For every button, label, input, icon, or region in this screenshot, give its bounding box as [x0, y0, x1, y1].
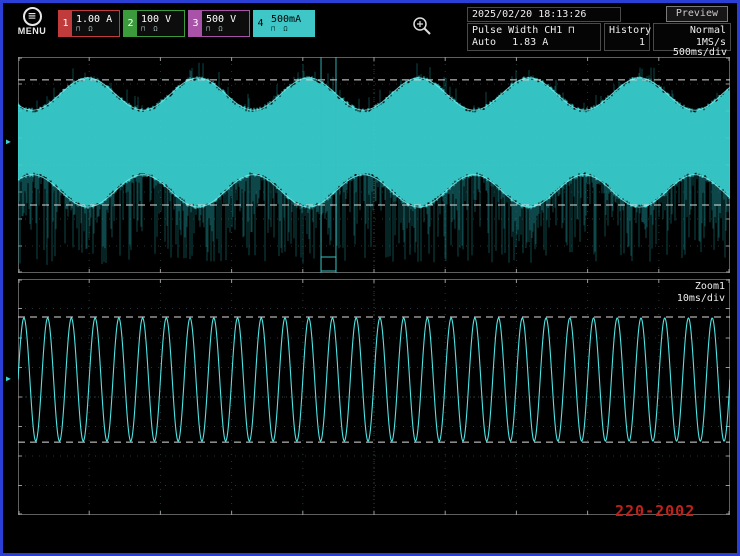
zoom-region-bracket[interactable] [321, 257, 336, 271]
channel-coupling-icons: ⊓ Ω [271, 25, 301, 34]
max-measurement: Max(C4)2040mA [343, 543, 453, 556]
zoom-window-label: Zoom1 [695, 281, 725, 292]
channel-coupling-icons: ⊓ Ω [206, 25, 236, 34]
pulse-icon: ⊓ [568, 25, 574, 36]
history-box[interactable]: History 1 [604, 23, 650, 51]
cursor-measurements: V1927.5mA V2-1172.5mA [67, 531, 195, 556]
trigger-source: CH1 [544, 25, 562, 36]
channel-number: 2 [124, 11, 137, 36]
channel-4-button[interactable]: 4 500mA⊓ Ω [253, 10, 315, 37]
channel-3-button[interactable]: 3 500 V⊓ Ω [188, 10, 250, 37]
channel-2-button[interactable]: 2 100 V⊓ Ω [123, 10, 185, 37]
channel-value: 100 V [141, 14, 171, 25]
trigger-type: Pulse Width [472, 25, 538, 36]
menu-button[interactable]: ≡ MENU [11, 7, 53, 36]
channel-number: 1 [59, 11, 72, 36]
graticule [18, 279, 730, 515]
channel-coupling-icons: ⊓ Ω [76, 25, 112, 34]
min-measurement: Min(C4)-2220mA [543, 543, 659, 556]
channel-number: 4 [254, 11, 267, 36]
main-waveform-window [18, 57, 730, 273]
acquisition-mode: Normal [658, 25, 726, 37]
channel-list: 11.00 A⊓ Ω2100 V⊓ Ω3500 V⊓ Ω4500mA⊓ Ω [58, 10, 315, 37]
channel-value: 500 V [206, 14, 236, 25]
channel-value: 1.00 A [76, 14, 112, 25]
datetime-display: 2025/02/20 18:13:26 [467, 7, 621, 22]
history-value: 1 [609, 37, 645, 49]
history-label: History [609, 25, 645, 37]
zoom-waveform-window [18, 279, 730, 515]
zoom-search-icon[interactable] [411, 15, 433, 37]
menu-label: MENU [11, 26, 53, 36]
ch4-ground-marker-zoom[interactable]: ▶ [6, 375, 11, 383]
trigger-settings[interactable]: Pulse Width CH1 ⊓ Auto 1.83 A [467, 23, 601, 51]
preview-indicator[interactable]: Preview [666, 6, 728, 22]
trigger-level: 1.83 A [512, 37, 548, 48]
oscilloscope-screen: ≡ MENU 11.00 A⊓ Ω2100 V⊓ Ω3500 V⊓ Ω4500m… [0, 0, 740, 556]
trigger-mode: Auto [472, 37, 496, 48]
part-number-label: 220-2002 [615, 502, 695, 520]
zoom-sine-waveform [18, 318, 730, 441]
ch4-ground-marker-main[interactable]: ▶ [6, 138, 11, 146]
zoom-timebase-label: 10ms/div [677, 293, 725, 304]
channel-number: 3 [189, 11, 202, 36]
channel-coupling-icons: ⊓ Ω [141, 25, 171, 34]
channel-value: 500mA [271, 14, 301, 25]
channel-1-button[interactable]: 1 1.00 A⊓ Ω [58, 10, 120, 37]
menu-icon: ≡ [23, 7, 42, 26]
